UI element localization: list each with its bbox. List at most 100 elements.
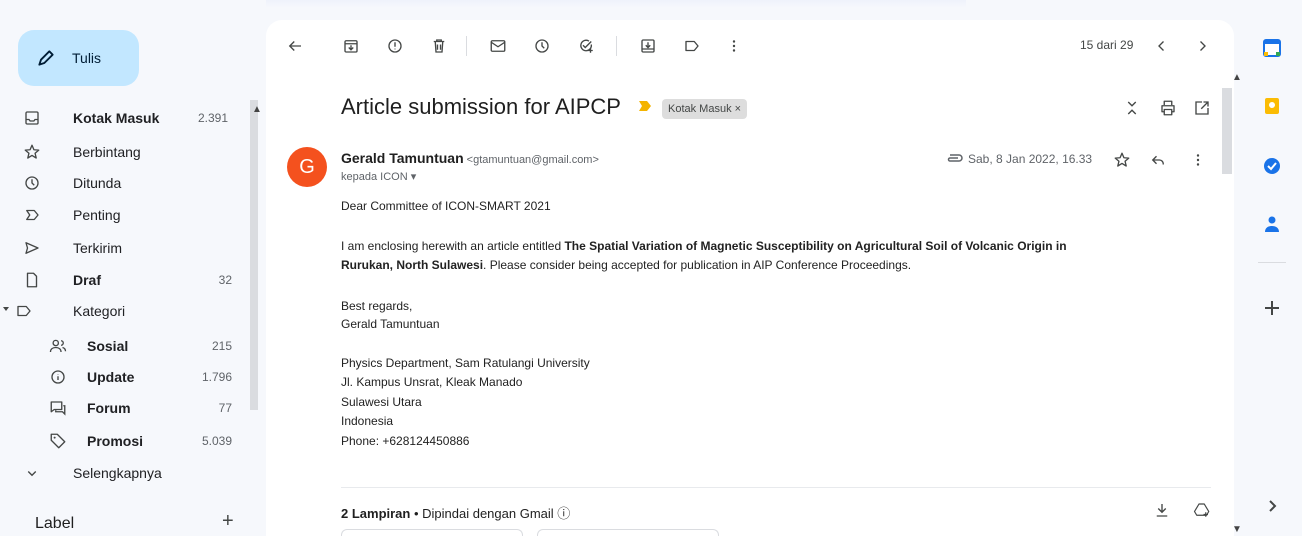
attachment-card[interactable] bbox=[341, 529, 523, 536]
sidebar-item-forums[interactable]: Forum 77 bbox=[0, 392, 248, 424]
sidebar-item-social[interactable]: Sosial 215 bbox=[0, 330, 248, 362]
scan-note: • Dipindai dengan Gmail ⓘ bbox=[410, 506, 571, 521]
sidebar-item-sent[interactable]: Terkirim bbox=[0, 232, 248, 264]
email-date: Sab, 8 Jan 2022, 16.33 bbox=[968, 152, 1093, 166]
article-title-cont: Rurukan, North Sulawesi bbox=[341, 258, 484, 272]
sidebar-item-label: Forum bbox=[87, 400, 131, 416]
important-marker-icon[interactable] bbox=[639, 101, 651, 111]
sidebar-item-count: 215 bbox=[211, 339, 232, 353]
sidebar-item-starred[interactable]: Berbintang bbox=[0, 136, 248, 168]
rail-divider bbox=[1258, 262, 1286, 263]
info-icon bbox=[48, 367, 68, 387]
label-chip-inbox[interactable]: Kotak Masuk × bbox=[662, 99, 748, 119]
add-to-drive-icon[interactable] bbox=[1190, 498, 1214, 522]
sidebar-item-label: Penting bbox=[73, 207, 121, 223]
prev-icon[interactable] bbox=[1150, 34, 1174, 58]
inbox-icon bbox=[22, 108, 42, 128]
next-icon[interactable] bbox=[1190, 34, 1214, 58]
sidebar-item-important[interactable]: Penting bbox=[0, 199, 248, 231]
star-icon bbox=[22, 142, 42, 162]
labels-heading: Label bbox=[35, 515, 75, 532]
caret-down-icon[interactable] bbox=[3, 307, 9, 311]
signature-address-3: Sulawesi Utara bbox=[341, 395, 422, 409]
sender-line: Gerald Tamuntuan <gtamuntuan@gmail.com> bbox=[341, 150, 599, 166]
sidebar-item-promotions[interactable]: Promosi 5.039 bbox=[0, 425, 248, 457]
attachment-card[interactable] bbox=[537, 529, 719, 536]
toolbar-divider bbox=[466, 36, 467, 56]
message-scrollbar[interactable] bbox=[1222, 88, 1232, 174]
email-subject: Article submission for AIPCP bbox=[341, 94, 621, 119]
reply-icon[interactable] bbox=[1146, 148, 1170, 172]
signature-address-4: Indonesia bbox=[341, 414, 394, 428]
side-panel-rail bbox=[1240, 0, 1302, 536]
sidebar-item-snoozed[interactable]: Ditunda bbox=[0, 167, 248, 199]
sidebar: Tulis Kotak Masuk 2.391 Berbintang Ditun… bbox=[0, 0, 256, 536]
add-label-button[interactable]: + bbox=[222, 510, 234, 533]
download-all-icon[interactable] bbox=[1150, 498, 1174, 522]
scroll-up-icon[interactable]: ▲ bbox=[252, 104, 262, 115]
print-icon[interactable] bbox=[1156, 96, 1180, 120]
mark-unread-icon[interactable] bbox=[486, 34, 510, 58]
sidebar-item-count: 77 bbox=[218, 401, 232, 415]
toolbar-divider bbox=[616, 36, 617, 56]
collapse-all-icon[interactable] bbox=[1120, 96, 1144, 120]
star-icon[interactable] bbox=[1110, 148, 1134, 172]
add-addon-icon[interactable] bbox=[1262, 298, 1282, 318]
signature-address-2: Jl. Kampus Unsrat, Kleak Manado bbox=[341, 375, 523, 389]
calendar-icon[interactable] bbox=[1262, 38, 1282, 58]
sidebar-item-count: 5.039 bbox=[201, 434, 232, 448]
more-vert-icon[interactable] bbox=[722, 34, 746, 58]
sidebar-item-drafts[interactable]: Draf 32 bbox=[0, 264, 248, 296]
people-icon bbox=[48, 336, 68, 356]
keep-icon[interactable] bbox=[1262, 96, 1282, 116]
signature-phone: Phone: +628124450886 bbox=[341, 434, 470, 448]
sidebar-item-label: Berbintang bbox=[73, 144, 141, 160]
clock-icon bbox=[22, 173, 42, 193]
report-spam-icon[interactable] bbox=[383, 34, 407, 58]
chevron-down-icon bbox=[22, 463, 42, 483]
archive-icon[interactable] bbox=[339, 34, 363, 58]
sidebar-item-updates[interactable]: Update 1.796 bbox=[0, 361, 248, 393]
label-icon[interactable] bbox=[680, 34, 704, 58]
sender-email: <gtamuntuan@gmail.com> bbox=[466, 154, 599, 166]
article-title: The Spatial Variation of Magnetic Suscep… bbox=[564, 239, 1067, 253]
attachments-count: 2 Lampiran bbox=[341, 506, 411, 521]
forum-icon bbox=[48, 398, 68, 418]
sidebar-scrollbar[interactable] bbox=[250, 100, 258, 410]
attachments-header: 2 Lampiran • Dipindai dengan Gmail ⓘ bbox=[341, 503, 570, 522]
compose-label: Tulis bbox=[72, 50, 102, 66]
more-vert-icon[interactable] bbox=[1186, 148, 1210, 172]
delete-icon[interactable] bbox=[427, 34, 451, 58]
sidebar-item-label: Selengkapnya bbox=[73, 465, 162, 481]
body-text: I am enclosing herewith an article entit… bbox=[341, 239, 565, 253]
attachment-icon bbox=[947, 154, 963, 162]
body-text: . Please consider being accepted for pub… bbox=[483, 258, 912, 272]
sender-avatar[interactable]: G bbox=[287, 147, 327, 187]
open-new-window-icon[interactable] bbox=[1190, 96, 1214, 120]
sidebar-item-label: Promosi bbox=[87, 433, 144, 449]
snooze-icon[interactable] bbox=[530, 34, 554, 58]
sidebar-item-count: 1.796 bbox=[201, 370, 232, 384]
recipient-details[interactable]: kepada ICON ▾ bbox=[341, 170, 416, 183]
back-icon[interactable] bbox=[283, 34, 307, 58]
signature-address-1: Physics Department, Sam Ratulangi Univer… bbox=[341, 356, 590, 370]
contacts-icon[interactable] bbox=[1262, 214, 1282, 234]
file-icon bbox=[22, 270, 42, 290]
sidebar-item-label: Draf bbox=[73, 272, 102, 288]
body-paragraph: I am enclosing herewith an article entit… bbox=[341, 237, 1211, 275]
sidebar-item-label: Sosial bbox=[87, 338, 129, 354]
add-task-icon[interactable] bbox=[574, 34, 598, 58]
expand-panel-icon[interactable] bbox=[1262, 496, 1282, 516]
sidebar-item-categories[interactable]: Kategori bbox=[0, 295, 248, 327]
sender-name[interactable]: Gerald Tamuntuan bbox=[341, 150, 464, 166]
sidebar-item-label: Terkirim bbox=[73, 240, 122, 256]
sidebar-item-more[interactable]: Selengkapnya bbox=[0, 457, 248, 489]
sidebar-item-inbox[interactable]: Kotak Masuk 2.391 bbox=[0, 102, 248, 134]
body-regards: Best regards, bbox=[341, 299, 413, 313]
important-icon bbox=[22, 205, 42, 225]
pager-text: 15 dari 29 bbox=[1080, 38, 1134, 52]
body-greeting: Dear Committee of ICON-SMART 2021 bbox=[341, 199, 551, 213]
move-to-icon[interactable] bbox=[636, 34, 660, 58]
compose-button[interactable]: Tulis bbox=[18, 30, 139, 86]
tasks-icon[interactable] bbox=[1262, 156, 1282, 176]
